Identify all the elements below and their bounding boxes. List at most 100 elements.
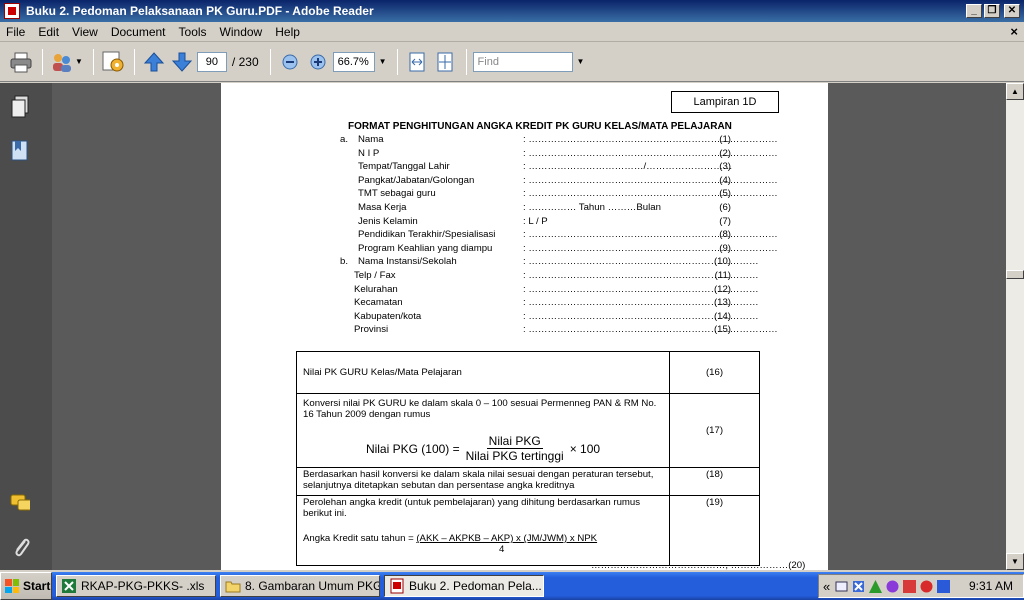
chevron-down-icon[interactable]: ▼ [577, 57, 585, 66]
menu-view[interactable]: View [66, 25, 105, 39]
form-row-label: Nama Instansi/Sekolah [358, 256, 457, 268]
form-row-label: Program Keahlian yang diampu [358, 242, 493, 254]
tray-expand-chevron[interactable]: « [823, 579, 830, 594]
printer-icon [10, 52, 32, 72]
conversion-text: Konversi nilai PK GURU ke dalam skala 0 … [303, 398, 657, 420]
form-row-number: (13) [713, 297, 731, 309]
secure-button[interactable] [100, 49, 126, 75]
update-icon[interactable] [919, 579, 934, 594]
form-row-number: (6) [719, 202, 731, 213]
alert-icon[interactable] [868, 579, 883, 594]
vertical-scrollbar[interactable]: ▲ ▼ [1006, 83, 1024, 570]
zoom-level-input[interactable]: 66.7% [332, 51, 375, 72]
excel-icon [62, 579, 76, 593]
close-button[interactable]: ✕ [1004, 4, 1020, 18]
form-row: Program Keahlian yang diampu: …………………………… [340, 242, 778, 255]
paperclip-icon[interactable] [10, 535, 30, 559]
scroll-thumb[interactable] [1006, 270, 1024, 279]
scroll-down-button[interactable]: ▼ [1006, 553, 1024, 570]
credit-formula-denominator: 4 [499, 544, 505, 555]
form-row-number: (4) [719, 174, 731, 186]
windows-logo-icon [5, 579, 19, 593]
table-row: Berdasarkan hasil konversi ke dalam skal… [296, 467, 760, 496]
page-count-label: / 230 [231, 54, 259, 69]
form-row-label: Pendidikan Terakhir/Spesialisasi [358, 229, 496, 241]
form-row-label: Kecamatan [354, 297, 403, 309]
system-tray: « 9:31 AM [818, 574, 1024, 598]
form-row: TMT sebagai guru: …………………………………………………………… [340, 188, 778, 200]
table-cell: Nilai PK GURU Kelas/Mata Pelajaran [296, 351, 670, 394]
form-row-number: (12) [713, 283, 731, 295]
start-button[interactable]: Start [0, 572, 52, 600]
minimize-button[interactable]: _ [966, 4, 982, 18]
form-row-number: (2) [719, 147, 731, 159]
pages-icon[interactable] [10, 95, 30, 119]
task-label: 8. Gambaran Umum PKG [245, 579, 380, 593]
form-row: Telp / Fax: ……………………………………………………………… (11) [354, 270, 759, 282]
formula-denominator: Nilai PKG tertinggi [465, 449, 564, 463]
form-row-label: Pangkat/Jabatan/Golongan [358, 174, 475, 186]
scroll-up-button[interactable]: ▲ [1006, 83, 1024, 100]
form-row-label: Kelurahan [354, 283, 398, 295]
menu-file[interactable]: File [0, 25, 32, 39]
chevron-down-icon[interactable]: ▼ [75, 57, 83, 66]
zoom-out-button[interactable] [277, 49, 303, 75]
title-bar: Buku 2. Pedoman Pelaksanaan PK Guru.PDF … [0, 0, 1024, 22]
toolbar-separator [42, 48, 43, 75]
pdf-page: Lampiran 1D FORMAT PENGHITUNGAN ANGKA KR… [221, 83, 828, 570]
form-row-marker: b. [340, 256, 349, 268]
bookmarks-icon[interactable] [10, 139, 30, 163]
previous-page-button[interactable] [141, 49, 167, 75]
score-table: Nilai PK GURU Kelas/Mata Pelajaran (16) … [296, 351, 760, 566]
form-row-value: : ………………………………/……………………… [523, 161, 733, 173]
form-row-number: (8) [719, 229, 731, 241]
task-adobe-reader[interactable]: Buku 2. Pedoman Pela... [384, 575, 544, 597]
menu-edit[interactable]: Edit [32, 25, 66, 39]
document-viewport[interactable]: Lampiran 1D FORMAT PENGHITUNGAN ANGKA KR… [52, 83, 1006, 570]
network-icon[interactable] [834, 579, 849, 594]
page-number-input[interactable]: 90 [196, 51, 227, 72]
volume-icon[interactable] [936, 579, 951, 594]
form-row-value: : …………… Tahun ………Bulan [523, 202, 661, 213]
collaborate-button[interactable] [49, 49, 75, 75]
form-row-number: (15) [713, 324, 731, 336]
comments-icon[interactable] [10, 493, 30, 517]
form-row: b. Nama Instansi/Sekolah: ………………………………………… [340, 256, 759, 268]
menu-help[interactable]: Help [269, 25, 307, 39]
print-button[interactable] [8, 49, 34, 75]
chevron-down-icon[interactable]: ▼ [379, 57, 387, 66]
form-row-value: : …………………………………………………………………… [523, 147, 778, 159]
table-row: Nilai PK GURU Kelas/Mata Pelajaran (16) [296, 351, 760, 394]
form-row: Jenis Kelamin: L / P (7) [340, 216, 731, 228]
clock: 9:31 AM [968, 579, 1013, 593]
menu-window[interactable]: Window [214, 25, 270, 39]
form-row-label: Masa Kerja [358, 202, 407, 213]
fit-width-button[interactable] [404, 49, 430, 75]
table-cell-number: (17) [669, 393, 760, 468]
form-row-number: (14) [713, 310, 731, 322]
find-input[interactable]: Find [472, 51, 573, 72]
next-page-button[interactable] [169, 49, 195, 75]
menu-tools[interactable]: Tools [173, 25, 214, 39]
formula-left: Nilai PKG (100) = [365, 441, 460, 456]
menu-document[interactable]: Document [105, 25, 173, 39]
credit-formula: Angka Kredit satu tahun = (AKK – AKPKB –… [303, 533, 663, 544]
task-excel[interactable]: RKAP-PKG-PKKS- .xls [56, 575, 216, 597]
task-folder[interactable]: 8. Gambaran Umum PKG [220, 575, 380, 597]
credit-formula-numerator: (AKK – AKPKB – AKP) x (JM/JWM) x NPK [416, 533, 598, 544]
arrow-up-icon [143, 51, 165, 71]
zoom-out-icon [282, 54, 298, 69]
fit-page-button[interactable] [432, 49, 458, 75]
maximize-button[interactable]: ❐ [984, 4, 1000, 18]
form-row-value: : …………………………………………………………………… [523, 134, 778, 145]
security-icon[interactable] [851, 579, 866, 594]
sync-icon[interactable] [902, 579, 917, 594]
toolbar-separator [269, 48, 271, 75]
form-row: Kecamatan: ……………………………………………………………… (13) [354, 297, 759, 309]
antivirus-icon[interactable] [885, 579, 900, 594]
table-cell-number: (16) [669, 351, 760, 394]
form-row-value: : …………………………………………………………………… [523, 324, 778, 336]
zoom-in-button[interactable] [305, 49, 331, 75]
document-heading: FORMAT PENGHITUNGAN ANGKA KREDIT PK GURU… [348, 121, 732, 132]
close-document-button[interactable]: × [1010, 24, 1018, 39]
